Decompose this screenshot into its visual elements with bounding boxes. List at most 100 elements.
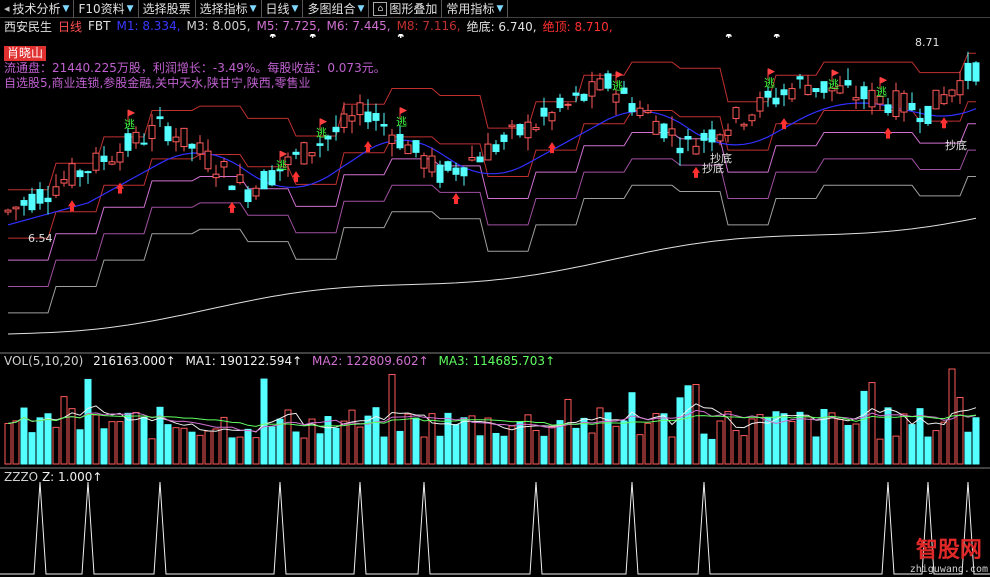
logo-name: 智股网 <box>915 538 982 563</box>
dropdown-caret-icon[interactable]: ▼ <box>357 4 364 14</box>
candle-body <box>100 155 108 162</box>
volume-bar <box>252 437 260 465</box>
candle-body <box>412 140 420 153</box>
volume-bar <box>676 397 684 465</box>
volume-bar <box>596 407 604 465</box>
candle-body <box>92 152 100 171</box>
stock-name[interactable]: 西安民生 <box>4 18 52 35</box>
m5-value: M5: 7.725, <box>256 19 321 33</box>
candle-body <box>244 189 252 203</box>
toolbar-item-2[interactable]: 选择股票 <box>139 0 196 18</box>
kline-chart[interactable]: 逃逃逃逃逃逃逃逃✱ ✱ ✱ ✱ ✱ 8.716.54抄底抄底抄底 <box>0 34 990 577</box>
candle-body <box>116 151 124 163</box>
volume-bar <box>452 424 460 465</box>
volume-bar <box>140 416 148 465</box>
buy-arrow-icon <box>780 118 788 130</box>
vol-ma3: MA3: 114685.703↑ <box>438 354 556 368</box>
volume-bar <box>788 420 796 465</box>
back-arrow-icon[interactable]: ◂ <box>4 2 10 15</box>
candle-body <box>572 92 580 96</box>
candle-body <box>164 126 172 142</box>
toolbar-item-4[interactable]: 日线 ▼ <box>262 0 304 18</box>
candle-body <box>20 200 28 206</box>
candle-body <box>812 88 820 93</box>
dropdown-caret-icon[interactable]: ▼ <box>250 4 257 14</box>
volume-bar <box>124 412 132 465</box>
candle-body <box>604 73 612 89</box>
candle-body <box>332 126 340 133</box>
volume-bar <box>964 431 972 465</box>
period-label[interactable]: 日线 <box>58 18 82 35</box>
candle-body <box>4 209 12 213</box>
candle-body <box>740 123 748 127</box>
candle-body <box>172 136 180 143</box>
volume-bar <box>44 413 52 465</box>
volume-bar <box>492 432 500 465</box>
candle-body <box>628 103 636 113</box>
volume-bar <box>580 417 588 465</box>
candle-body <box>772 97 780 105</box>
toolbar-item-label: 日线 <box>265 2 290 16</box>
zzzo-header: ZZZO Z: 1.000↑ <box>4 470 102 484</box>
volume-bar <box>836 419 844 465</box>
candle-body <box>460 167 468 177</box>
indicator-name[interactable]: FBT <box>88 19 110 33</box>
bottom-value: 绝底: 6.740, <box>466 19 537 34</box>
m6-value: M6: 7.445, <box>326 19 391 33</box>
volume-bar <box>380 436 388 465</box>
dropdown-caret-icon[interactable]: ▼ <box>496 4 503 14</box>
dropdown-caret-icon[interactable]: ▼ <box>292 4 299 14</box>
toolbar-item-1[interactable]: F10资料 ▼ <box>74 0 139 18</box>
logo-url: zhiguwang.com <box>909 564 988 575</box>
candle-body <box>396 133 404 149</box>
volume-bar <box>420 436 428 465</box>
candle-body <box>372 113 380 121</box>
vol-value: 216163.000↑ <box>93 354 176 368</box>
info-bar: 西安民生 日线 FBT M1: 8.334, M3: 8.005, M5: 7.… <box>0 18 990 34</box>
volume-bar <box>764 416 772 465</box>
band-line-m3 <box>8 176 976 314</box>
escape-label: 逃 <box>124 118 135 131</box>
candle-body <box>316 143 324 146</box>
volume-bar <box>900 413 908 465</box>
candle-body <box>252 187 260 197</box>
dropdown-caret-icon[interactable]: ▼ <box>127 4 134 14</box>
toolbar-item-5[interactable]: 多图组合 ▼ <box>303 0 370 18</box>
candle-body <box>404 144 412 155</box>
volume-header: VOL(5,10,20) 216163.000↑ MA1: 190122.594… <box>4 354 561 368</box>
volume-bar <box>860 390 868 465</box>
star-marker-icon: ✱ <box>397 34 405 41</box>
candle-body <box>652 120 660 135</box>
candle-body <box>868 89 876 108</box>
toolbar-item-label: 多图组合 <box>307 2 356 16</box>
toolbar-item-7[interactable]: 常用指标 ▼ <box>442 0 509 18</box>
candle-body <box>308 152 316 157</box>
candle-body <box>260 170 268 190</box>
volume-bar <box>484 417 492 465</box>
m8-value: M8: 7.116, <box>396 19 461 33</box>
volume-bar <box>92 414 100 465</box>
volume-bar <box>300 437 308 465</box>
volume-bar <box>332 427 340 465</box>
toolbar-item-label: 选择指标 <box>199 2 248 16</box>
band-line-m5 <box>8 123 976 261</box>
candle-body <box>716 134 724 142</box>
dropdown-caret-icon[interactable]: ▼ <box>63 4 70 14</box>
volume-bar <box>892 435 900 465</box>
candle-body <box>804 84 812 96</box>
candle-body <box>468 156 476 161</box>
candle-body <box>380 124 388 127</box>
lock-icon[interactable]: ⌂ <box>373 1 388 16</box>
toolbar-item-label: 技术分析 <box>12 2 61 16</box>
volume-bar <box>508 425 516 465</box>
candle-body <box>436 164 444 183</box>
volume-bar <box>588 432 596 465</box>
candle-body <box>780 89 788 96</box>
volume-bar <box>116 421 124 465</box>
toolbar-item-0[interactable]: ◂ 技术分析 ▼ <box>0 0 75 18</box>
toolbar-item-6[interactable]: ⌂ 图形叠加 <box>369 0 443 18</box>
volume-bar <box>60 396 68 465</box>
candle-body <box>52 186 60 196</box>
toolbar-item-3[interactable]: 选择指标 ▼ <box>196 0 262 18</box>
candle-body <box>68 163 76 186</box>
